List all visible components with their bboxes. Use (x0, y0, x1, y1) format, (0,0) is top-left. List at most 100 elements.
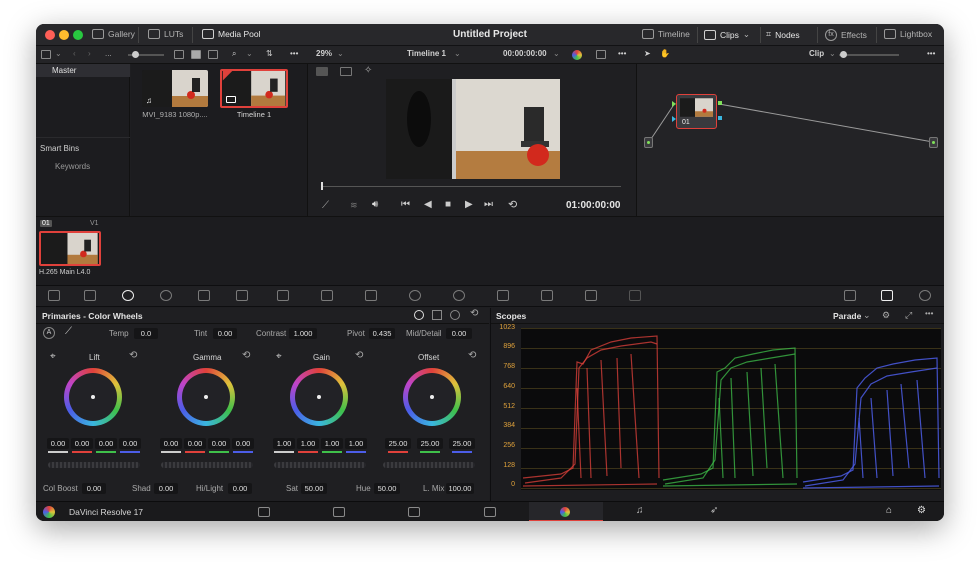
node-output-rgb[interactable] (718, 101, 722, 105)
lift-r-value[interactable]: 0.00 (71, 438, 93, 449)
hilight-value[interactable]: 0.00 (228, 483, 252, 494)
magic-wand-icon[interactable]: ✧ (364, 65, 372, 76)
timeline-button[interactable]: Timeline (642, 29, 690, 39)
node-output-key[interactable] (718, 116, 722, 120)
search-icon[interactable]: ⌕ (232, 49, 236, 59)
cut-page-icon[interactable] (333, 507, 345, 517)
output-node[interactable] (929, 137, 938, 148)
chevron-down-icon[interactable]: ⌄ (454, 49, 461, 58)
sizing-icon[interactable] (585, 290, 597, 301)
gain-color-wheel[interactable] (290, 368, 348, 426)
crosshair-icon[interactable]: ⌖ (50, 351, 56, 362)
node-zoom-slider[interactable] (839, 54, 899, 56)
wheels-mode-icon[interactable] (414, 310, 424, 320)
home-icon[interactable]: ⌂ (886, 505, 892, 516)
more-options-icon[interactable]: ••• (618, 49, 626, 58)
layers-icon[interactable]: ≋ (350, 200, 358, 211)
reverse-play-icon[interactable]: ◀︎ (424, 199, 432, 210)
gamma-master-slider[interactable] (161, 462, 253, 468)
node-input-rgb[interactable] (672, 101, 676, 107)
offset-r-value[interactable]: 25.00 (385, 438, 411, 449)
forward-arrow-icon[interactable]: › (88, 49, 91, 58)
more-options-icon[interactable]: ••• (925, 309, 933, 318)
pointer-icon[interactable]: ➤ (644, 49, 651, 58)
color-target-icon[interactable] (572, 50, 582, 60)
corrector-node-01[interactable]: 01 (676, 94, 717, 129)
eyedropper-icon[interactable]: ⟋ (322, 200, 329, 211)
gain-r-value[interactable]: 1.00 (297, 438, 319, 449)
curves-icon[interactable] (277, 290, 289, 301)
offset-color-wheel[interactable] (403, 368, 461, 426)
color-match-icon[interactable] (84, 290, 96, 301)
reset-icon[interactable]: ⟲ (470, 308, 478, 319)
scope-settings-icon[interactable]: ⚙︎ (882, 310, 890, 321)
wheel-puck[interactable] (91, 395, 95, 399)
fullscreen-icon[interactable] (596, 50, 606, 59)
gamma-y-value[interactable]: 0.00 (160, 438, 182, 449)
slider-handle[interactable] (132, 51, 139, 58)
chevron-down-icon[interactable]: ⌄ (553, 49, 560, 58)
edit-page-icon[interactable] (408, 507, 420, 517)
viewer-layout-icon[interactable] (316, 67, 328, 76)
viewer-zoom[interactable]: 29% (316, 49, 332, 58)
lift-b-value[interactable]: 0.00 (119, 438, 141, 449)
media-timeline-thumbnail[interactable] (220, 69, 288, 108)
gain-b-value[interactable]: 1.00 (345, 438, 367, 449)
rgb-mixer-icon[interactable] (198, 290, 210, 301)
color-wheels-icon[interactable] (122, 290, 134, 301)
contrast-value[interactable]: 1.000 (289, 328, 317, 339)
list-view-icon[interactable] (174, 50, 184, 59)
node-mode-selector[interactable]: Clip (809, 49, 824, 58)
detail-view-icon[interactable] (208, 50, 218, 59)
skip-forward-icon[interactable]: ⏭︎ (484, 199, 493, 210)
settings-gear-icon[interactable]: ⚙︎ (917, 505, 926, 516)
temp-value[interactable]: 0.0 (134, 328, 158, 339)
3d-icon[interactable] (629, 290, 641, 301)
chevron-down-icon[interactable]: ⌄ (829, 49, 836, 58)
smart-bin-keywords[interactable]: Keywords (55, 162, 90, 171)
back-arrow-icon[interactable]: ‹ (73, 49, 76, 58)
hue-value[interactable]: 50.00 (374, 483, 400, 494)
stop-icon[interactable]: ■ (445, 199, 451, 210)
lift-color-wheel[interactable] (64, 368, 122, 426)
pivot-value[interactable]: 0.435 (369, 328, 395, 339)
loop-icon[interactable]: ⟲ (508, 198, 517, 211)
info-icon[interactable] (919, 290, 931, 301)
expand-scope-icon[interactable]: ⤢ (905, 310, 912, 321)
node-input-key[interactable] (672, 116, 676, 122)
eyedropper-icon[interactable]: ⟋ (65, 326, 72, 337)
timeline-clip-thumbnail[interactable] (39, 231, 101, 266)
scope-mode-selector[interactable]: Parade (833, 311, 861, 321)
fairlight-page-icon[interactable]: ♫ (636, 505, 644, 516)
reset-icon[interactable]: ⟲ (468, 350, 476, 361)
tint-value[interactable]: 0.00 (213, 328, 237, 339)
qualifier-icon[interactable] (365, 290, 377, 301)
reset-icon[interactable]: ⟲ (129, 350, 137, 361)
hdr-wheels-icon[interactable] (160, 290, 172, 301)
chevron-down-icon[interactable]: ⌄ (337, 49, 344, 58)
sort-icon[interactable]: ⇅ (266, 49, 273, 58)
speaker-icon[interactable]: 🔊︎ (372, 199, 378, 210)
sat-value[interactable]: 50.00 (301, 483, 327, 494)
crosshair-icon[interactable]: ⌖ (276, 351, 282, 362)
offset-g-value[interactable]: 25.00 (417, 438, 443, 449)
log-mode-icon[interactable] (450, 310, 460, 320)
camera-raw-icon[interactable] (48, 290, 60, 301)
fusion-page-icon[interactable] (484, 507, 496, 517)
playhead[interactable] (321, 182, 323, 190)
grid-view-icon[interactable] (191, 50, 201, 59)
key-icon[interactable] (541, 290, 553, 301)
shad-value[interactable]: 0.00 (154, 483, 178, 494)
gain-g-value[interactable]: 1.00 (321, 438, 343, 449)
window-icon[interactable] (409, 290, 421, 301)
color-warper-icon[interactable] (321, 290, 333, 301)
more-options-icon[interactable]: ••• (290, 49, 298, 58)
gamma-r-value[interactable]: 0.00 (184, 438, 206, 449)
auto-balance-button[interactable]: A (43, 327, 55, 339)
nodes-button[interactable]: ⌗ Nodes (766, 29, 800, 40)
timecode-display[interactable]: 00:00:00:00 (503, 49, 547, 58)
gamma-b-value[interactable]: 0.00 (232, 438, 254, 449)
color-page-tab[interactable] (529, 502, 603, 521)
wheel-puck[interactable] (204, 395, 208, 399)
lift-master-slider[interactable] (48, 462, 140, 468)
